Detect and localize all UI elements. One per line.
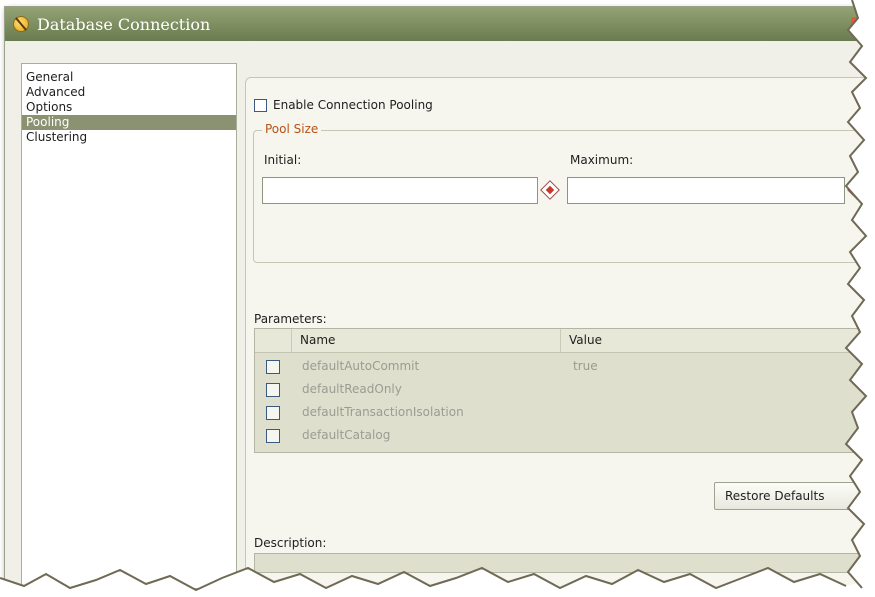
nav-item-general[interactable]: General [22,70,236,85]
param-name: defaultAutoCommit [302,359,420,373]
maximum-label: Maximum: [570,153,634,167]
enable-pooling-checkbox[interactable] [254,98,267,112]
row-checkbox[interactable] [266,452,280,453]
pooling-panel: Enable Connection Pooling Pool Size Init… [245,77,871,592]
parameters-table: Name Value defaultAutoCommit true defaul… [254,328,871,453]
row-checkbox[interactable] [266,383,280,397]
window-title: Database Connection [37,14,211,34]
table-row[interactable]: initialSize 0 [255,448,871,453]
initial-input[interactable] [262,177,538,204]
table-row[interactable]: defaultTransactionIsolation [255,402,871,425]
nav-item-advanced[interactable]: Advanced [22,85,236,100]
table-row[interactable]: defaultReadOnly [255,379,871,402]
nav-item-pooling[interactable]: Pooling [22,115,236,130]
enable-pooling-label: Enable Connection Pooling [273,98,433,112]
param-name: defaultCatalog [302,428,391,442]
row-checkbox[interactable] [266,360,280,374]
param-value: 0 [573,451,581,452]
enable-pooling-row: Enable Connection Pooling [254,98,433,112]
nav-item-clustering[interactable]: Clustering [22,130,236,145]
initial-label: Initial: [264,153,302,167]
database-connection-icon [13,16,29,32]
close-icon[interactable] [851,17,861,27]
param-name: defaultReadOnly [302,382,402,396]
table-row[interactable]: defaultAutoCommit true [255,356,871,379]
param-value: true [573,359,598,373]
nav-item-options[interactable]: Options [22,100,236,115]
database-connection-window: Database Connection General Advanced Opt… [4,6,872,594]
column-header-value[interactable]: Value [560,329,829,352]
row-checkbox[interactable] [266,429,280,443]
parameters-label: Parameters: [254,312,327,326]
param-name: defaultTransactionIsolation [302,405,464,419]
param-name: initialSize [302,451,360,452]
pool-size-group: Pool Size Initial: Maximum: [253,122,871,263]
description-field[interactable] [254,553,871,573]
restore-defaults-button[interactable]: Restore Defaults [714,482,864,510]
category-list: General Advanced Options Pooling Cluster… [21,63,237,589]
table-row[interactable]: defaultCatalog [255,425,871,448]
maximum-stepper-icon[interactable] [847,180,867,200]
table-header: Name Value [255,329,871,353]
maximum-input[interactable] [567,177,845,204]
description-label: Description: [254,536,327,550]
pool-size-legend: Pool Size [262,122,322,136]
column-header-name[interactable]: Name [291,329,560,352]
initial-stepper-icon[interactable] [540,180,560,200]
row-checkbox[interactable] [266,406,280,420]
title-bar: Database Connection [5,7,871,41]
